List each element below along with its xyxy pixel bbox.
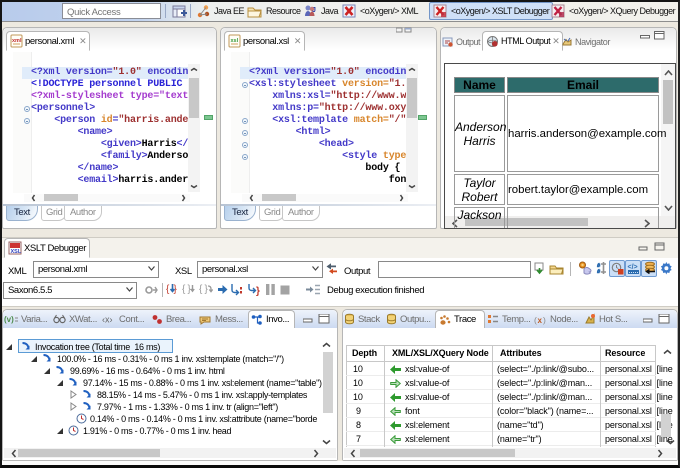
svg-text:}: } (256, 286, 260, 296)
svg-text:</>: </> (628, 264, 638, 271)
svg-text:xsl: xsl (231, 38, 239, 44)
svg-text:(v): (v) (4, 315, 14, 324)
svg-text:‹x›: ‹x› (102, 315, 113, 325)
svg-text:J: J (312, 7, 316, 14)
svg-text:x: x (538, 316, 543, 325)
svg-text:}: } (205, 284, 209, 295)
svg-text:{: { (199, 284, 203, 295)
svg-text:): ) (543, 315, 546, 325)
svg-text:{: { (166, 284, 170, 295)
svg-text:{: { (182, 284, 186, 295)
svg-text:XSL: XSL (11, 249, 22, 255)
svg-text:xml: xml (12, 38, 22, 44)
